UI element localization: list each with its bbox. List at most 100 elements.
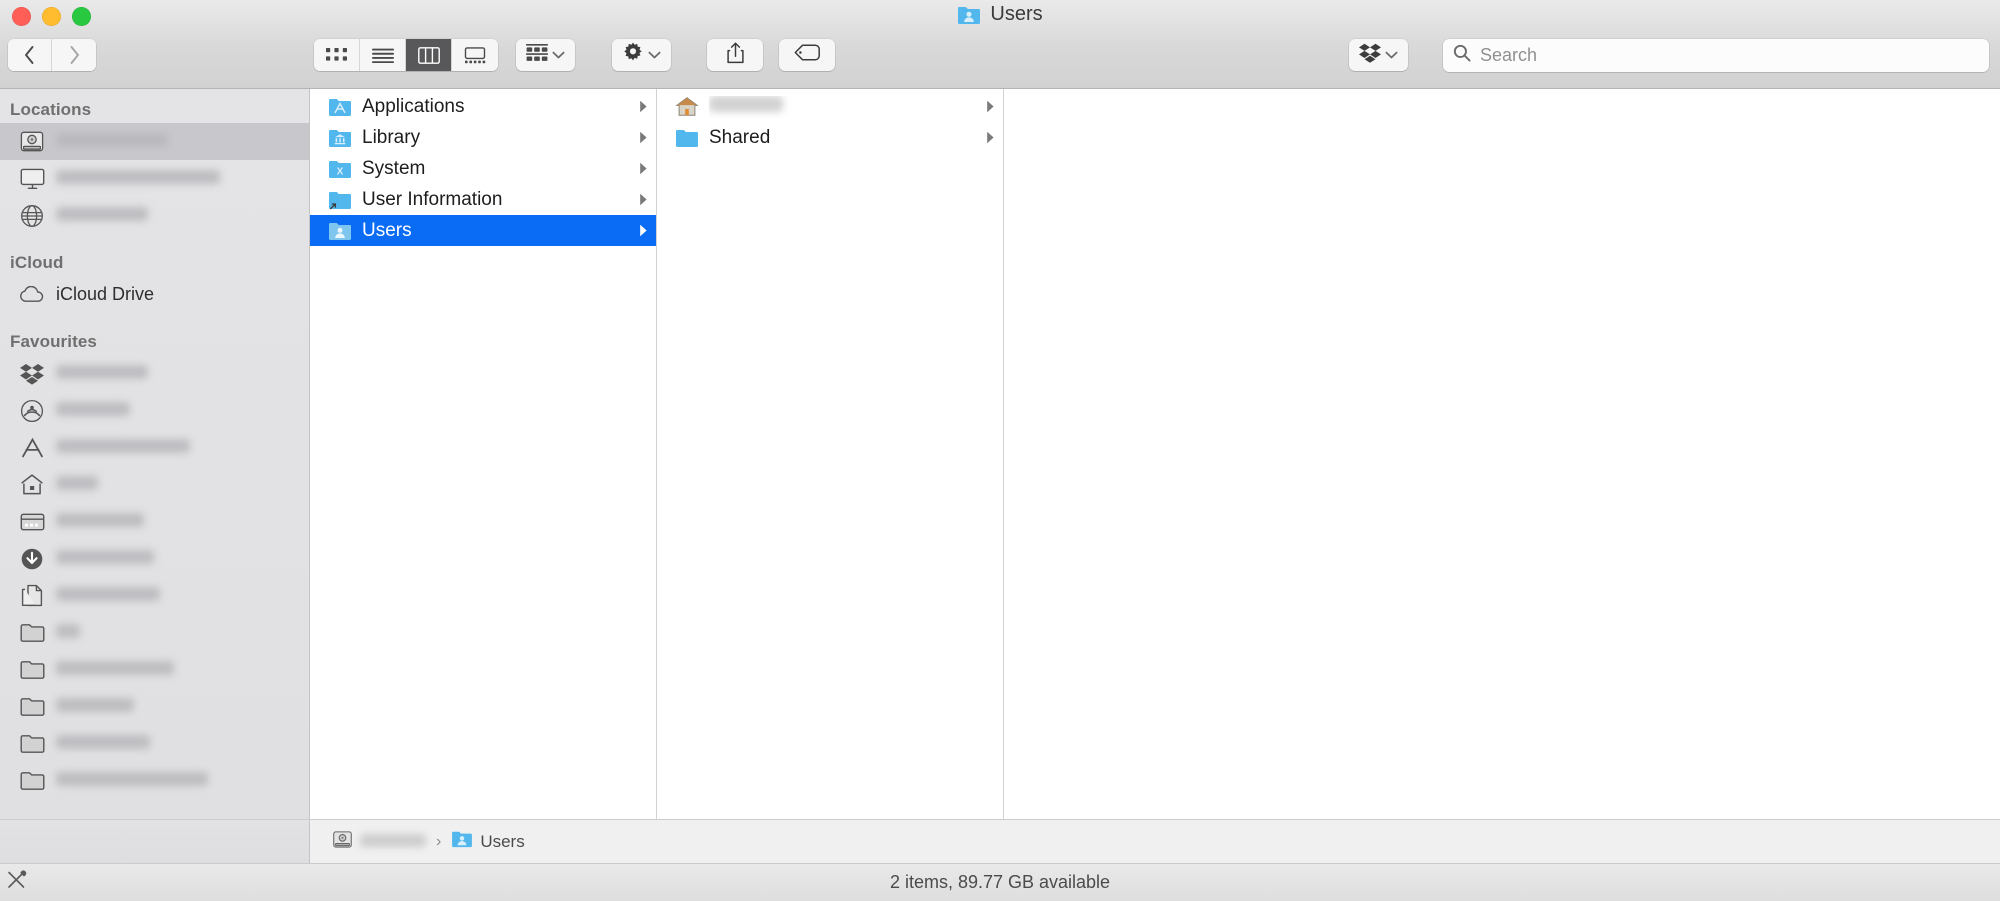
sidebar-item-label bbox=[56, 585, 160, 606]
disclosure-arrow-icon[interactable] bbox=[636, 131, 650, 144]
column-row-system[interactable]: X System bbox=[310, 153, 656, 184]
column-view-button[interactable] bbox=[406, 39, 452, 71]
sidebar-item-folder-1[interactable] bbox=[0, 614, 309, 651]
disclosure-arrow-icon[interactable] bbox=[636, 193, 650, 206]
sidebar-item-downloads[interactable] bbox=[0, 540, 309, 577]
traffic-lights bbox=[12, 7, 91, 26]
column-row-applications[interactable]: Applications bbox=[310, 91, 656, 122]
sidebar-item-label bbox=[56, 770, 208, 791]
sidebar-item-label bbox=[56, 696, 134, 717]
sidebar[interactable]: Locations iCloud iCloud Drive Favourites bbox=[0, 89, 310, 819]
chevron-down-icon bbox=[1385, 46, 1398, 64]
forward-button[interactable] bbox=[52, 39, 96, 71]
column-row-library[interactable]: Library bbox=[310, 122, 656, 153]
search-field[interactable]: Search bbox=[1443, 38, 1989, 72]
sidebar-item-label bbox=[56, 437, 190, 458]
sidebar-item-home[interactable] bbox=[0, 466, 309, 503]
sidebar-item-label bbox=[56, 622, 80, 643]
sidebar-item-label bbox=[56, 363, 148, 384]
sidebar-item-label bbox=[56, 400, 130, 421]
folder-icon bbox=[18, 657, 46, 683]
sidebar-item-network[interactable] bbox=[0, 197, 309, 234]
sidebar-item-folder-2[interactable] bbox=[0, 651, 309, 688]
gallery-view-button[interactable] bbox=[452, 39, 498, 71]
sidebar-item-desktop[interactable] bbox=[0, 503, 309, 540]
breadcrumb: › Users bbox=[310, 820, 2000, 863]
sidebar-item-label bbox=[56, 168, 220, 189]
sidebar-item-dropbox[interactable] bbox=[0, 355, 309, 392]
column-row-label: Users bbox=[362, 219, 412, 241]
column-row-label: Applications bbox=[362, 95, 465, 117]
list-view-button[interactable] bbox=[360, 39, 406, 71]
applications-folder-icon bbox=[328, 97, 353, 117]
disclosure-arrow-icon[interactable] bbox=[636, 100, 650, 113]
edit-tags-button[interactable] bbox=[779, 39, 835, 71]
icon-view-button[interactable] bbox=[314, 39, 360, 71]
column-users[interactable]: Shared bbox=[657, 89, 1004, 819]
disclosure-arrow-icon[interactable] bbox=[636, 162, 650, 175]
folder-icon bbox=[18, 620, 46, 646]
sidebar-item-airdrop[interactable] bbox=[0, 392, 309, 429]
back-button[interactable] bbox=[8, 39, 52, 71]
tag-icon bbox=[794, 44, 820, 66]
search-placeholder: Search bbox=[1480, 44, 1538, 65]
users-folder-icon bbox=[328, 221, 353, 241]
downloads-icon bbox=[18, 546, 46, 572]
breadcrumb-separator: › bbox=[436, 832, 442, 850]
dropbox-button[interactable] bbox=[1349, 39, 1408, 71]
navigation-buttons bbox=[8, 39, 96, 71]
sidebar-item-folder-3[interactable] bbox=[0, 688, 309, 725]
minimize-button[interactable] bbox=[42, 7, 61, 26]
home-icon bbox=[18, 472, 46, 498]
column-row-label: User Information bbox=[362, 188, 503, 210]
share-button[interactable] bbox=[707, 39, 763, 71]
sidebar-item-icloud-drive[interactable]: iCloud Drive bbox=[0, 276, 309, 313]
arrange-icon bbox=[526, 44, 548, 66]
status-bar: 2 items, 89.77 GB available bbox=[0, 863, 2000, 901]
column-row-shared[interactable]: Shared bbox=[657, 122, 1003, 153]
library-folder-icon bbox=[328, 128, 353, 148]
arrange-button[interactable] bbox=[516, 39, 575, 71]
dropbox-icon bbox=[1359, 43, 1381, 68]
sidebar-section-header: Locations bbox=[10, 100, 92, 119]
path-bar: › Users bbox=[0, 819, 2000, 863]
shared-folder-icon bbox=[675, 128, 700, 148]
zoom-button[interactable] bbox=[72, 7, 91, 26]
breadcrumb-disk[interactable] bbox=[332, 830, 426, 854]
window-title: Users bbox=[0, 3, 2000, 26]
column-row-users[interactable]: Users bbox=[310, 215, 656, 246]
search-icon bbox=[1453, 44, 1471, 67]
sidebar-item-documents[interactable] bbox=[0, 577, 309, 614]
hard-drive-icon bbox=[18, 129, 46, 155]
column-root[interactable]: Applications Library X System User Infor… bbox=[310, 89, 657, 819]
network-globe-icon bbox=[18, 203, 46, 229]
sidebar-item-folder-4[interactable] bbox=[0, 725, 309, 762]
disclosure-arrow-icon[interactable] bbox=[636, 224, 650, 237]
path-bar-sidebar-filler bbox=[0, 820, 310, 863]
folder-icon bbox=[18, 731, 46, 757]
close-button[interactable] bbox=[12, 7, 31, 26]
gear-icon bbox=[622, 42, 644, 69]
action-menu-button[interactable] bbox=[612, 39, 671, 71]
column-row-home[interactable] bbox=[657, 91, 1003, 122]
folder-icon bbox=[18, 768, 46, 794]
breadcrumb-users[interactable]: Users bbox=[451, 830, 525, 853]
disclosure-arrow-icon[interactable] bbox=[983, 100, 997, 113]
sidebar-item-applications[interactable] bbox=[0, 429, 309, 466]
hard-drive-icon bbox=[332, 830, 353, 854]
column-row-user-information[interactable]: User Information bbox=[310, 184, 656, 215]
sidebar-item-label bbox=[56, 548, 154, 569]
share-icon bbox=[726, 42, 745, 69]
sidebar-item-label bbox=[56, 511, 144, 532]
column-row-label bbox=[709, 95, 974, 118]
sidebar-item-disk[interactable] bbox=[0, 123, 309, 160]
sidebar-item-folder-5[interactable] bbox=[0, 762, 309, 799]
system-folder-icon: X bbox=[328, 159, 353, 179]
disclosure-arrow-icon[interactable] bbox=[983, 131, 997, 144]
display-icon bbox=[18, 166, 46, 192]
sidebar-item-computer[interactable] bbox=[0, 160, 309, 197]
markup-tool-icon[interactable] bbox=[6, 869, 28, 896]
toolbar: Search bbox=[0, 33, 2000, 77]
folder-icon bbox=[18, 694, 46, 720]
column-preview[interactable] bbox=[1004, 89, 2000, 819]
